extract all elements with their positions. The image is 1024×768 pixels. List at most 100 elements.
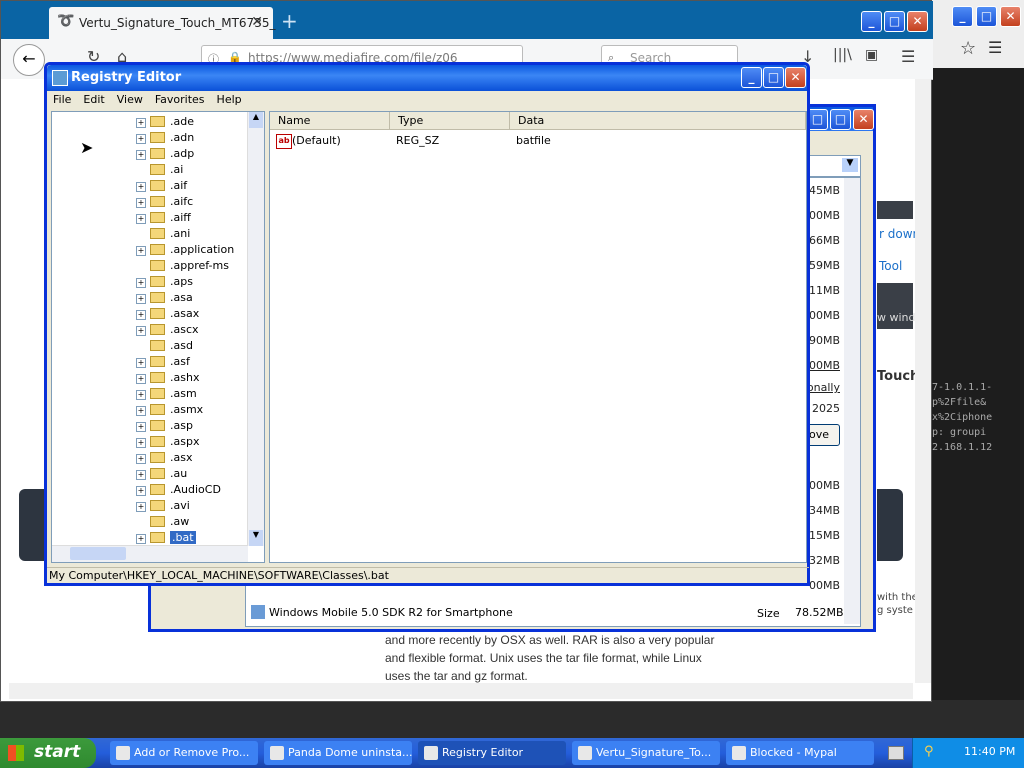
page-dark-bar [877,201,913,219]
arp-close-button[interactable]: ✕ [853,109,874,130]
expand-icon[interactable]: + [136,310,146,320]
page-vertical-scrollbar[interactable] [915,79,931,683]
task-registry-editor[interactable]: Registry Editor [418,741,566,765]
ff-maximize-button[interactable]: □ [884,11,905,32]
expand-icon[interactable]: + [136,438,146,448]
scroll-thumb[interactable] [70,547,126,560]
task-panda[interactable]: Panda Dome uninsta... [264,741,412,765]
new-tab-button[interactable]: + [281,9,298,33]
registry-key-tree: + .ade + .adn + .adp .ai + .aif + .aifc + .aiff .ani +… [51,111,265,563]
program-icon [251,605,265,619]
library-icon[interactable]: |||\ [833,47,852,63]
menu-file[interactable]: File [47,91,77,108]
task-add-remove[interactable]: Add or Remove Pro... [110,741,258,765]
folder-icon [150,308,165,319]
bg-close-button[interactable]: ✕ [1000,6,1021,27]
value-type: REG_SZ [396,134,440,147]
program-list-scrollbar[interactable] [844,178,860,624]
expand-icon[interactable]: + [136,406,146,416]
sidebar-icon[interactable]: ▣ [865,47,878,63]
value-name[interactable]: (Default) [292,134,341,147]
menu-icon[interactable]: ☰ [988,38,1002,57]
expand-icon[interactable]: + [136,278,146,288]
expand-icon[interactable]: + [136,422,146,432]
expand-icon[interactable]: + [136,150,146,160]
side-link-download[interactable]: r down [879,227,920,241]
program-size: 00MB [808,579,840,592]
start-label: start [34,742,81,762]
keyboard-icon[interactable] [888,746,904,760]
column-name[interactable]: Name [270,112,390,130]
tree-key-label: .AudioCD [170,483,221,496]
regedit-minimize-button[interactable]: _ [741,67,762,88]
folder-icon [150,356,165,367]
start-button[interactable]: start [0,738,96,768]
column-data[interactable]: Data [510,112,806,130]
tab-close-icon[interactable]: ✕ [251,14,263,30]
expand-icon[interactable]: + [136,246,146,256]
clock: 11:40 PM [964,745,1016,758]
code-text: 7-1.0.1.1- p%2Ffile& x%2Ciphone p: groupi 2.… [932,382,993,453]
expand-icon[interactable]: + [136,198,146,208]
expand-icon[interactable]: + [136,358,146,368]
value-data: batfile [516,134,551,147]
expand-icon[interactable]: + [136,390,146,400]
expand-icon[interactable]: + [136,534,146,544]
menu-favorites[interactable]: Favorites [149,91,211,108]
folder-icon [150,532,165,543]
task-mypal[interactable]: Blocked - Mypal [726,741,874,765]
program-size: 90MB [808,334,840,347]
expand-icon[interactable]: + [136,182,146,192]
scroll-up-icon[interactable]: ▲ [249,112,263,128]
tree-key-label: .ashx [170,371,200,384]
menu-edit[interactable]: Edit [77,91,110,108]
expand-icon[interactable]: + [136,294,146,304]
folder-icon [150,372,165,383]
arp-restore-button[interactable]: □ [807,109,828,130]
page-horizontal-scrollbar[interactable] [9,683,913,699]
expand-icon[interactable]: + [136,134,146,144]
program-size: 45MB [808,184,840,197]
tree-key-label: .appref-ms [170,259,229,272]
task-vertu[interactable]: Vertu_Signature_To... [572,741,720,765]
expand-icon[interactable]: + [136,454,146,464]
browser-tab[interactable]: ➰ Vertu_Signature_Touch_MT6735_ ✕ [49,7,275,39]
ff-minimize-button[interactable]: _ [861,11,882,32]
program-size: 00MB [808,209,840,222]
expand-icon[interactable]: + [136,374,146,384]
regedit-close-button[interactable]: ✕ [785,67,806,88]
column-type[interactable]: Type [390,112,510,130]
support-info-link[interactable]: onally [807,381,840,394]
background-window: _ □ ✕ ☆ ☰ 7-1.0.1.1- p%2Ffile& x%2Ciphone p… [932,0,1024,700]
expand-icon[interactable]: + [136,118,146,128]
regedit-maximize-button[interactable]: □ [763,67,784,88]
expand-icon[interactable]: + [136,214,146,224]
expand-icon[interactable]: + [136,502,146,512]
hamburger-menu-icon[interactable]: ☰ [901,47,915,66]
expand-icon[interactable]: + [136,486,146,496]
side-link-tool[interactable]: Tool [879,259,902,273]
folder-icon [150,164,165,175]
bg-minimize-button[interactable]: _ [952,6,973,27]
tree-horizontal-scrollbar[interactable] [52,545,248,562]
expand-icon[interactable]: + [136,326,146,336]
folder-icon [150,244,165,255]
scroll-down-icon[interactable]: ▼ [249,530,263,546]
tree-vertical-scrollbar[interactable]: ▲ ▼ [247,112,264,546]
program-row[interactable]: Windows Mobile 5.0 SDK R2 for Smartphone… [251,604,851,622]
expand-icon[interactable]: + [136,470,146,480]
folder-icon [150,404,165,415]
menu-help[interactable]: Help [211,91,248,108]
back-button[interactable]: ← [13,44,45,76]
tree-key-label: .aps [170,275,193,288]
sort-dropdown[interactable]: ▼ [807,155,861,177]
bookmark-star-icon[interactable]: ☆ [960,38,976,59]
bg-maximize-button[interactable]: □ [976,6,997,27]
windows-logo-icon [8,745,24,761]
regedit-title: Registry Editor [71,70,182,85]
search-tray-icon[interactable]: ⚲ [924,744,934,759]
tree-key-label: .ascx [170,323,199,336]
arp-maximize-button[interactable]: □ [830,109,851,130]
ff-close-button[interactable]: ✕ [907,11,928,32]
menu-view[interactable]: View [111,91,149,108]
